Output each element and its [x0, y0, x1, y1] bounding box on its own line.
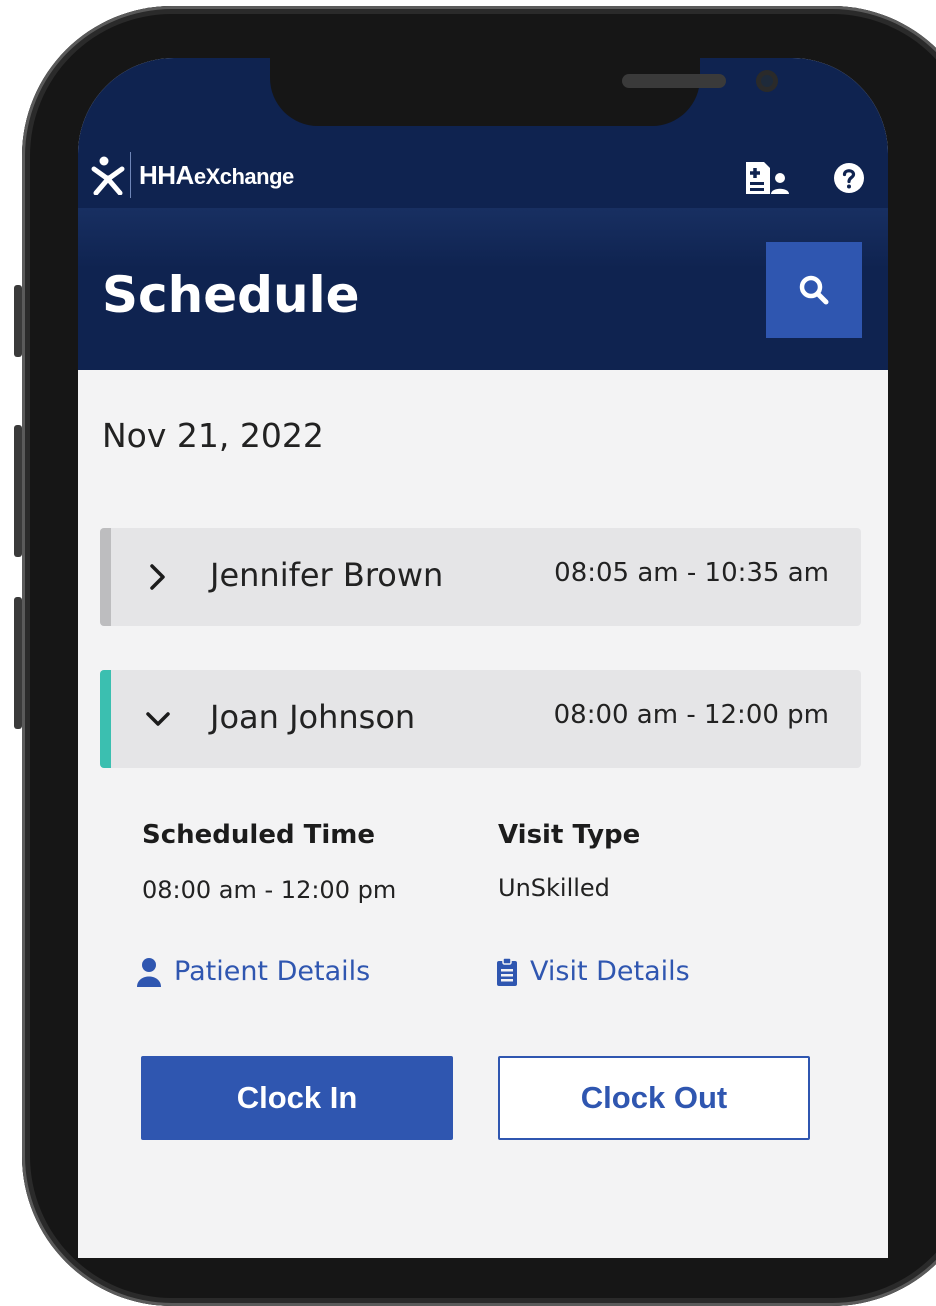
phone-side-button-mid: [14, 425, 22, 557]
visit-row-accent: [100, 670, 111, 768]
visit-row-accent: [100, 528, 111, 626]
visit-patient-name: Joan Johnson: [210, 698, 416, 736]
visit-patient-name: Jennifer Brown: [210, 556, 444, 594]
brand-name-big: HHA: [139, 159, 194, 190]
visit-details-link[interactable]: Visit Details: [496, 956, 690, 987]
app-screen: HHAeXchange Schedule Nov 21, 2022 Jennif…: [78, 58, 888, 1258]
phone-camera: [756, 70, 778, 92]
clipboard-icon: [497, 956, 517, 986]
help-button[interactable]: [824, 158, 874, 198]
phone-side-button-top: [14, 285, 22, 357]
clock-in-button[interactable]: Clock In: [141, 1056, 453, 1140]
phone-speaker: [622, 74, 726, 88]
patient-profile-icon: [746, 162, 789, 194]
phone-side-button-low: [14, 597, 22, 729]
search-icon: [799, 275, 829, 305]
patient-details-link[interactable]: Patient Details: [136, 956, 370, 987]
patient-profile-button[interactable]: [742, 158, 792, 198]
visit-details-label: Visit Details: [530, 956, 690, 987]
page-title: Schedule: [102, 266, 360, 324]
visit-row-joan-johnson[interactable]: Joan Johnson 08:00 am - 12:00 pm: [100, 670, 861, 768]
brand-name: HHAeXchange: [139, 160, 294, 191]
visit-time: 08:00 am - 12:00 pm: [553, 700, 829, 730]
visit-time: 08:05 am - 10:35 am: [554, 558, 829, 588]
help-icon: [834, 163, 864, 193]
phone-notch: [270, 58, 778, 126]
visit-row-jennifer-brown[interactable]: Jennifer Brown 08:05 am - 10:35 am: [100, 528, 861, 626]
brand-divider: [130, 152, 131, 198]
schedule-date: Nov 21, 2022: [102, 416, 324, 455]
search-button[interactable]: [766, 242, 862, 338]
scheduled-time-label: Scheduled Time: [142, 820, 375, 850]
visit-type-label: Visit Type: [498, 820, 641, 850]
clock-out-button[interactable]: Clock Out: [498, 1056, 810, 1140]
chevron-down-icon: [146, 712, 170, 726]
brand-name-small: eXchange: [193, 163, 294, 189]
brand-mark-icon: [91, 156, 125, 195]
scheduled-time-value: 08:00 am - 12:00 pm: [142, 876, 397, 904]
visit-type-value: UnSkilled: [498, 874, 610, 902]
app-header: HHAeXchange Schedule: [78, 58, 888, 370]
brand-logo: HHAeXchange: [90, 150, 294, 200]
chevron-right-icon: [150, 564, 165, 590]
patient-details-label: Patient Details: [174, 956, 371, 987]
person-icon: [137, 957, 161, 987]
